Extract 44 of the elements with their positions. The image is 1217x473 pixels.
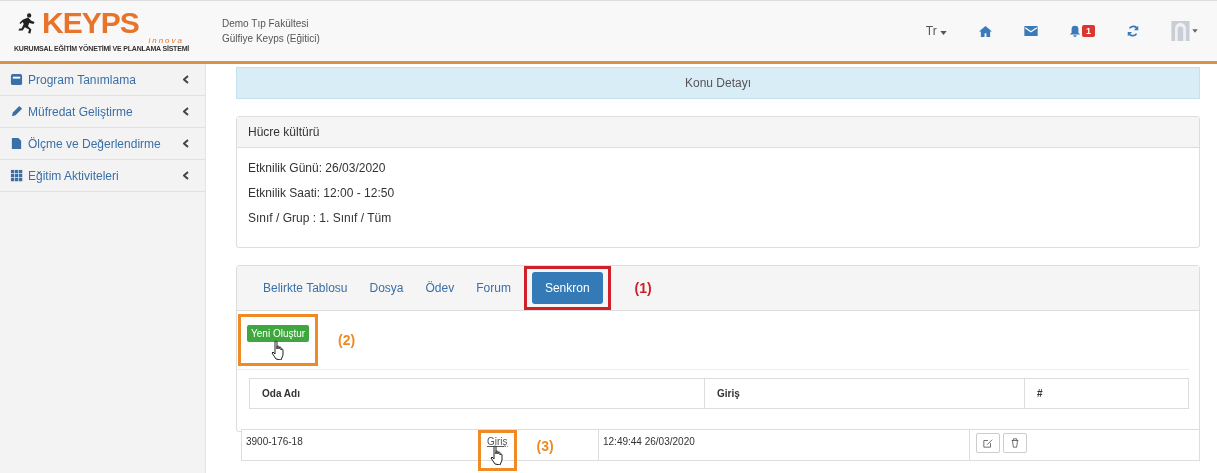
tab[interactable]: Ödev [416,273,464,303]
annotation-label: (2) [338,332,356,348]
annotation-label: (1) [634,280,652,296]
file-icon [10,137,23,150]
edit-icon [983,438,993,448]
topic-detail: Sınıf / Grup : 1. Sınıf / Tüm [248,210,393,227]
room-name: 3900-176-18 [246,436,303,447]
delete-button[interactable] [1003,433,1027,453]
tab[interactable]: Dosya [360,273,413,303]
pencil-icon [10,105,23,118]
trash-icon [1010,438,1020,448]
mail-icon[interactable] [1024,26,1038,36]
user-name: Gülfiye Keyps (Eğitici) [222,33,320,44]
create-button[interactable]: Yeni Oluştur [247,325,310,342]
page-title: Konu Detayı [684,76,751,90]
institution-name: Demo Tıp Fakültesi [222,18,310,29]
notification-badge: 1 [1082,25,1095,37]
topic-title: Hücre kültürü [248,125,320,139]
home-icon[interactable] [978,24,993,38]
topic-detail: Etknilik Günü: 26/03/2020 [248,160,387,177]
chevron-icon [183,107,189,116]
grid-icon [10,169,23,182]
tab[interactable]: Belirkte Tablosu [254,273,357,303]
topic-detail: Etknilik Saati: 12:00 - 12:50 [248,185,396,202]
edit-button[interactable] [976,433,1000,453]
column-header: Oda Adı [250,379,705,408]
logo-subtitle: innova [148,36,184,45]
join-time: 12:49:44 26/03/2020 [603,436,695,447]
bell-icon[interactable] [1069,25,1081,37]
caret-icon [940,31,947,35]
tab[interactable]: Senkron [531,272,603,304]
column-header: # [1036,387,1044,401]
chevron-icon [183,75,189,84]
hand-cursor-icon [271,340,286,360]
refresh-icon[interactable] [1126,24,1140,38]
logo-text: KEYPS [42,10,139,36]
tab[interactable]: Forum [467,273,520,303]
join-link[interactable]: Giriş [487,436,508,447]
chevron-icon [183,139,189,148]
language-dropdown[interactable]: Tr [925,24,947,38]
book-icon [10,73,23,86]
annotation-label: (3) [536,438,554,454]
column-header: Giriş [705,379,1025,408]
chevron-icon [183,171,189,180]
